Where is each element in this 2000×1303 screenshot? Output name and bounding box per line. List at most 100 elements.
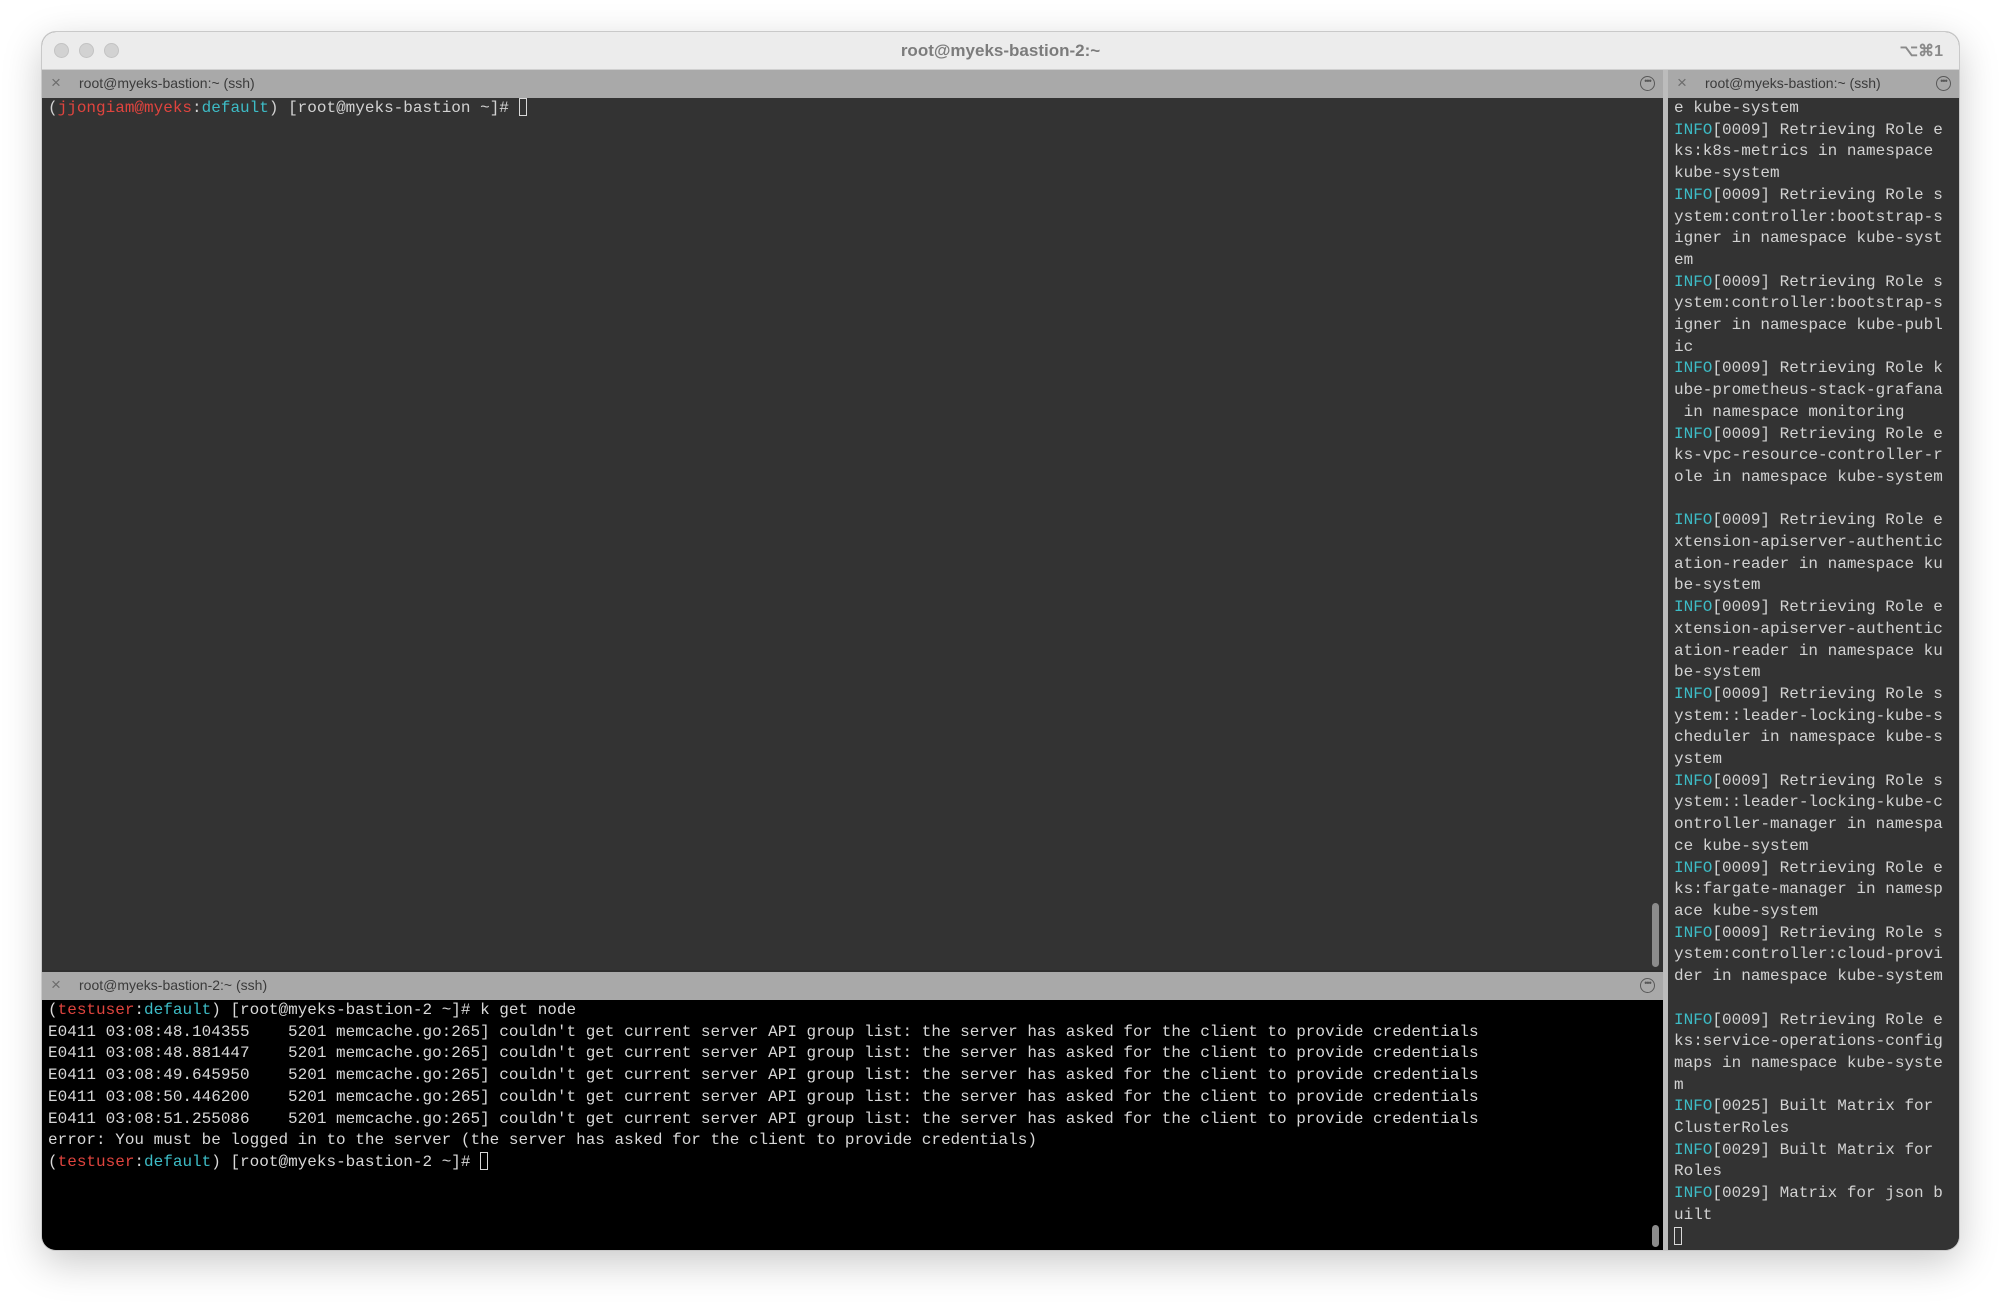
pane-right[interactable]: × root@myeks-bastion:~ (ssh) ••• e kube-… — [1668, 70, 1959, 1250]
info-tag: INFO — [1674, 1140, 1713, 1159]
log-line: ation-reader in namespace ku — [1674, 641, 1943, 660]
output-line: E0411 03:08:48.881447 5201 memcache.go:2… — [48, 1044, 1479, 1063]
log-line: INFO[0009] Retrieving Role e — [1674, 511, 1943, 530]
pane-title: root@myeks-bastion:~ (ssh) — [1705, 75, 1881, 91]
log-line: INFO[0009] Retrieving Role k — [1674, 359, 1943, 378]
prompt-namespace: default — [144, 1001, 212, 1019]
output-line: E0411 03:08:51.255086 5201 memcache.go:2… — [48, 1109, 1479, 1128]
log-line: ace kube-system — [1674, 902, 1819, 920]
info-tag: INFO — [1674, 120, 1713, 139]
log-line: ystem::leader-locking-kube-s — [1674, 706, 1943, 725]
command-line: (testuser:default) [root@myeks-bastion-2… — [48, 1001, 577, 1019]
log-line: be-system — [1674, 576, 1761, 595]
text-cursor — [480, 1151, 489, 1170]
prompt-user: testuser — [57, 1152, 135, 1171]
log-line: ole in namespace kube-system — [1674, 467, 1943, 486]
title-bar: root@myeks-bastion-2:~ ⌥⌘1 — [42, 32, 1959, 70]
scrollbar[interactable] — [1652, 1225, 1659, 1247]
prompt-user: testuser — [57, 1001, 135, 1019]
log-line: igner in namespace kube-syst — [1674, 229, 1943, 248]
log-line: e kube-system — [1674, 99, 1799, 117]
output-line: E0411 03:08:49.645950 5201 memcache.go:2… — [48, 1066, 1479, 1085]
log-line: ks:fargate-manager in namesp — [1674, 880, 1943, 899]
more-options-icon[interactable]: ••• — [1640, 978, 1655, 993]
log-line: ontroller-manager in namespa — [1674, 815, 1943, 834]
log-line: ystem:controller:bootstrap-s — [1674, 207, 1943, 226]
pane-title: root@myeks-bastion-2:~ (ssh) — [79, 977, 268, 993]
log-line: INFO[0009] Retrieving Role e — [1674, 598, 1943, 617]
close-pane-icon[interactable]: × — [51, 73, 61, 93]
pane-top-left-tabbar: × root@myeks-bastion:~ (ssh) ••• — [42, 70, 1663, 99]
log-line: ystem:controller:cloud-provi — [1674, 945, 1943, 964]
log-line: uilt — [1674, 1205, 1713, 1224]
log-line: INFO[0025] Built Matrix for — [1674, 1097, 1934, 1116]
log-line: INFO[0009] Retrieving Role e — [1674, 424, 1943, 443]
log-line: ks-vpc-resource-controller-r — [1674, 446, 1943, 465]
info-tag: INFO — [1674, 1184, 1713, 1203]
more-options-icon[interactable]: ••• — [1936, 76, 1951, 91]
text-cursor — [1674, 1226, 1682, 1245]
info-tag: INFO — [1674, 771, 1713, 790]
log-line: der in namespace kube-system — [1674, 967, 1943, 986]
info-tag: INFO — [1674, 684, 1713, 703]
terminal-output[interactable]: (jjongiam@myeks:default) [root@myeks-bas… — [42, 98, 1663, 970]
log-line: ystem — [1674, 750, 1723, 769]
log-line: ks:service-operations-config — [1674, 1032, 1943, 1051]
prompt-user: jjongiam@myeks — [57, 99, 193, 117]
terminal-output[interactable]: (testuser:default) [root@myeks-bastion-2… — [42, 1000, 1663, 1250]
info-tag: INFO — [1674, 598, 1713, 617]
info-tag: INFO — [1674, 185, 1713, 204]
terminal-window: root@myeks-bastion-2:~ ⌥⌘1 × root@myeks-… — [42, 32, 1959, 1250]
info-tag: INFO — [1674, 424, 1713, 443]
text-cursor — [518, 98, 527, 116]
log-line: ation-reader in namespace ku — [1674, 554, 1943, 573]
log-line: INFO[0009] Retrieving Role s — [1674, 272, 1943, 291]
output-line: E0411 03:08:50.446200 5201 memcache.go:2… — [48, 1087, 1479, 1106]
command-text: k get node — [480, 1001, 577, 1019]
log-line: INFO[0009] Retrieving Role e — [1674, 1010, 1943, 1029]
log-line: INFO[0009] Retrieving Role e — [1674, 120, 1943, 139]
prompt-line — [1674, 1226, 1953, 1249]
info-tag: INFO — [1674, 923, 1713, 942]
log-line: maps in namespace kube-syste — [1674, 1053, 1943, 1072]
log-line: ube-prometheus-stack-grafana — [1674, 381, 1943, 400]
close-pane-icon[interactable]: × — [51, 975, 61, 995]
pane-bottom-left[interactable]: × root@myeks-bastion-2:~ (ssh) ••• (test… — [42, 972, 1663, 1250]
pane-title: root@myeks-bastion:~ (ssh) — [79, 75, 255, 91]
window-title: root@myeks-bastion-2:~ — [900, 41, 1101, 60]
log-line: INFO[0009] Retrieving Role s — [1674, 771, 1943, 790]
log-line: INFO[0029] Matrix for json b — [1674, 1184, 1943, 1203]
prompt-line: (testuser:default) [root@myeks-bastion-2… — [48, 1151, 1657, 1174]
scrollbar[interactable] — [1652, 903, 1659, 967]
log-line: INFO[0009] Retrieving Role s — [1674, 923, 1943, 942]
terminal-output[interactable]: e kube-system INFO[0009] Retrieving Role … — [1668, 98, 1959, 1250]
log-line: in namespace monitoring — [1674, 402, 1905, 421]
more-options-icon[interactable]: ••• — [1640, 76, 1655, 91]
prompt-line: (jjongiam@myeks:default) [root@myeks-bas… — [48, 98, 1657, 120]
output-line: E0411 03:08:48.104355 5201 memcache.go:2… — [48, 1022, 1479, 1041]
log-line: INFO[0009] Retrieving Role s — [1674, 684, 1943, 703]
log-line: cheduler in namespace kube-s — [1674, 728, 1943, 747]
prompt-namespace: default — [201, 99, 269, 117]
log-line: xtension-apiserver-authentic — [1674, 533, 1943, 552]
log-line: igner in namespace kube-publ — [1674, 316, 1943, 335]
log-line: INFO[0009] Retrieving Role e — [1674, 858, 1943, 877]
info-tag: INFO — [1674, 1097, 1713, 1116]
info-tag: INFO — [1674, 272, 1713, 291]
log-line: ClusterRoles — [1674, 1119, 1790, 1138]
close-pane-icon[interactable]: × — [1677, 73, 1687, 93]
pane-right-tabbar: × root@myeks-bastion:~ (ssh) ••• — [1668, 70, 1959, 99]
log-line: em — [1674, 250, 1694, 269]
log-line: m — [1674, 1075, 1684, 1094]
info-tag: INFO — [1674, 858, 1713, 877]
log-line: be-system — [1674, 663, 1761, 682]
info-tag: INFO — [1674, 1010, 1713, 1029]
output-line: error: You must be logged in to the serv… — [48, 1131, 1037, 1150]
pane-top-left[interactable]: × root@myeks-bastion:~ (ssh) ••• (jjongi… — [42, 70, 1663, 970]
info-tag: INFO — [1674, 359, 1713, 378]
log-line: ystem::leader-locking-kube-c — [1674, 793, 1943, 812]
prompt-namespace: default — [144, 1152, 212, 1171]
log-line: ic — [1674, 337, 1694, 356]
